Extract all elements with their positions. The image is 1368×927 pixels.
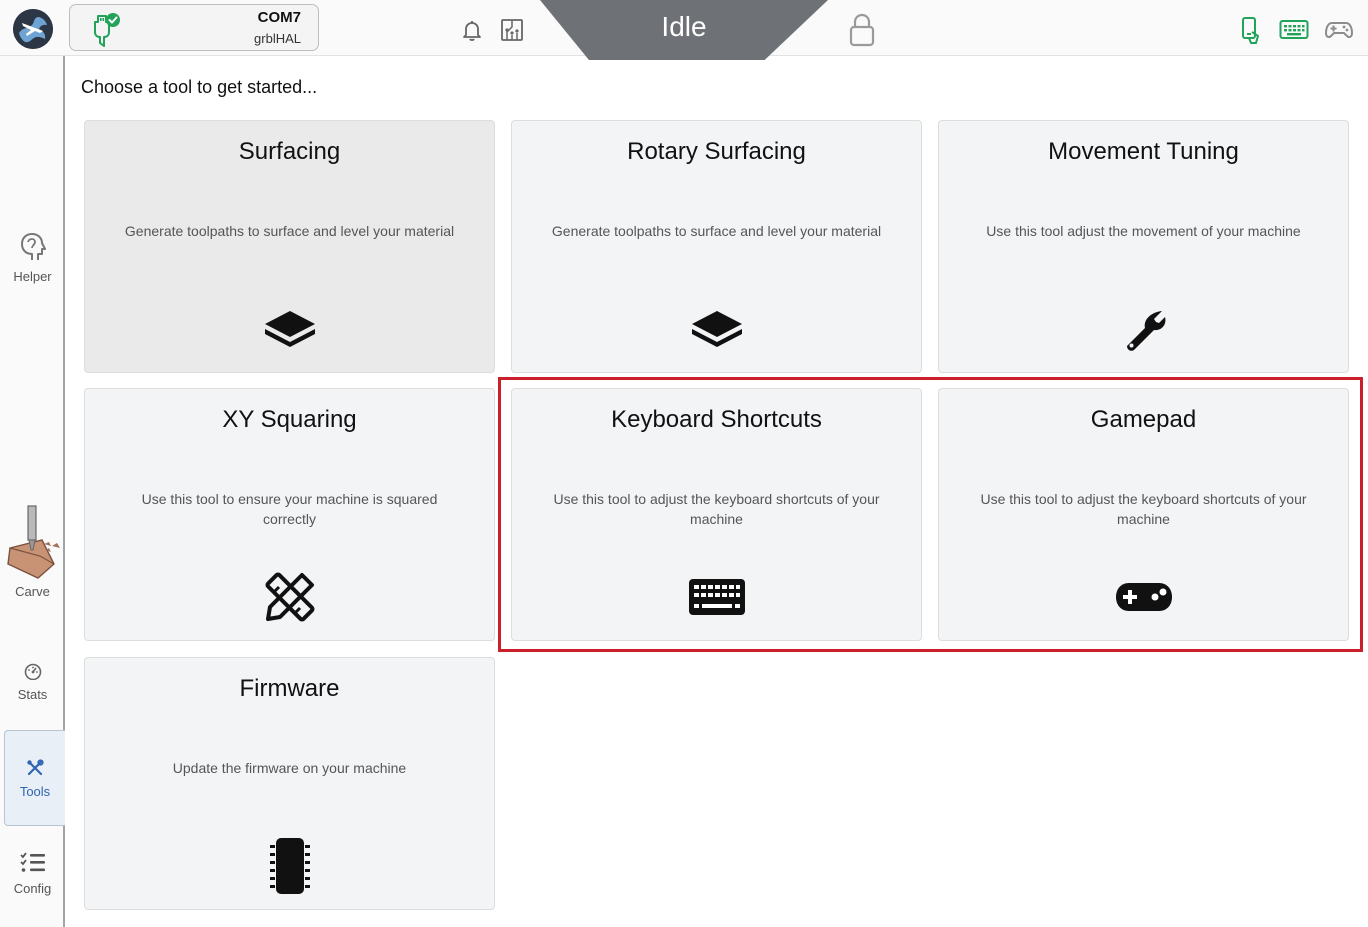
top-bar: COM7 grblHAL Idle xyxy=(0,0,1368,60)
tool-card-firmware[interactable]: Firmware Update the firmware on your mac… xyxy=(84,657,495,910)
tool-card-description: Generate toolpaths to surface and level … xyxy=(551,223,882,239)
connection-port: COM7 xyxy=(257,9,301,26)
tool-card-title: Movement Tuning xyxy=(1048,138,1239,165)
tool-card-title: Surfacing xyxy=(238,138,341,165)
sidebar-item-label: Stats xyxy=(17,687,48,702)
tool-card-title: Gamepad xyxy=(1090,406,1197,433)
app-window: COM7 grblHAL Idle Helper Carve Stats Too… xyxy=(0,0,1368,927)
page-heading: Choose a tool to get started... xyxy=(81,77,318,97)
surface-block-icon xyxy=(260,299,320,359)
gamepad-icon xyxy=(1114,567,1174,627)
sidebar-item-tools[interactable]: Tools xyxy=(4,730,65,826)
keyboard-icon[interactable] xyxy=(1279,19,1309,41)
tool-card-description: Use this tool adjust the movement of you… xyxy=(986,223,1301,239)
tools-panel: Choose a tool to get started... Surfacin… xyxy=(66,56,1368,927)
carve-icon xyxy=(0,502,65,582)
tool-card-xy-squaring[interactable]: XY Squaring Use this tool to ensure your… xyxy=(84,388,495,641)
tool-card-gamepad[interactable]: Gamepad Use this tool to adjust the keyb… xyxy=(938,388,1349,641)
sidebar-item-helper[interactable]: Helper xyxy=(0,232,65,284)
sidebar-item-label: Carve xyxy=(15,584,50,599)
circuit-board-icon[interactable] xyxy=(500,18,524,42)
surface-block-icon xyxy=(687,299,747,359)
tool-card-description: Generate toolpaths to surface and level … xyxy=(124,223,455,239)
checklist-icon xyxy=(19,852,46,878)
tool-card-title: Keyboard Shortcuts xyxy=(611,406,822,433)
tool-card-title: XY Squaring xyxy=(222,406,357,433)
machine-state-label: Idle xyxy=(661,11,707,42)
tool-card-rotary-surfacing[interactable]: Rotary Surfacing Generate toolpaths to s… xyxy=(511,120,922,373)
wrench-icon xyxy=(1114,299,1174,359)
phone-icon[interactable] xyxy=(1240,16,1262,44)
connection-firmware: grblHAL xyxy=(254,31,301,46)
sidebar-item-label: Tools xyxy=(19,784,51,799)
sidebar-item-label: Helper xyxy=(13,269,52,284)
usb-connected-icon xyxy=(92,12,122,53)
sidebar-item-label: Config xyxy=(13,881,52,896)
tool-card-title: Firmware xyxy=(239,675,340,702)
keyboard-icon xyxy=(687,567,747,627)
ruler-pencil-icon xyxy=(260,567,320,627)
tool-card-description: Use this tool to adjust the keyboard sho… xyxy=(553,491,880,527)
bell-icon[interactable] xyxy=(460,18,484,42)
tool-card-surfacing[interactable]: Surfacing Generate toolpaths to surface … xyxy=(84,120,495,373)
sidebar: Helper Carve Stats Tools Config xyxy=(0,56,65,927)
app-logo-icon[interactable] xyxy=(13,9,53,49)
gauge-icon xyxy=(23,663,43,684)
sidebar-item-carve[interactable]: Carve xyxy=(0,502,65,599)
gamepad-icon[interactable] xyxy=(1324,19,1354,41)
tool-card-keyboard-shortcuts[interactable]: Keyboard Shortcuts Use this tool to adju… xyxy=(511,388,922,641)
tool-card-description: Use this tool to ensure your machine is … xyxy=(141,491,438,527)
tool-card-movement-tuning[interactable]: Movement Tuning Use this tool adjust the… xyxy=(938,120,1349,373)
chip-icon xyxy=(260,836,320,896)
helper-icon xyxy=(16,233,50,266)
sidebar-item-stats[interactable]: Stats xyxy=(0,662,65,702)
tool-card-description: Update the firmware on your machine xyxy=(172,760,407,776)
tool-card-title: Rotary Surfacing xyxy=(627,138,806,165)
tool-card-description: Use this tool to adjust the keyboard sho… xyxy=(980,491,1307,527)
lock-icon[interactable] xyxy=(848,13,876,47)
tools-icon xyxy=(26,759,44,781)
sidebar-item-config[interactable]: Config xyxy=(0,852,65,896)
connection-button[interactable]: COM7 grblHAL xyxy=(69,4,319,51)
